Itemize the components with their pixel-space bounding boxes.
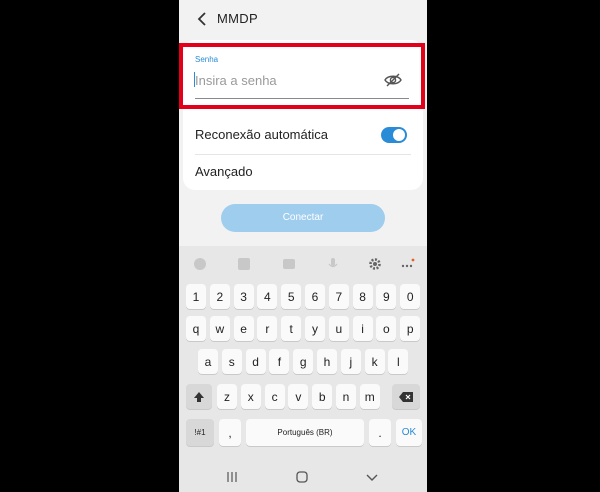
back-arrow-icon[interactable] xyxy=(195,9,211,29)
key-a[interactable]: a xyxy=(198,349,218,374)
key-s[interactable]: s xyxy=(221,349,242,374)
space-key[interactable]: Português (BR) xyxy=(246,419,364,446)
home-icon[interactable] xyxy=(295,470,309,484)
key-i[interactable]: i xyxy=(352,316,373,341)
key-r[interactable]: r xyxy=(257,316,278,341)
password-underline xyxy=(195,98,409,99)
key-4[interactable]: 4 xyxy=(257,284,278,309)
app-bar: MMDP xyxy=(179,0,427,38)
key-7[interactable]: 7 xyxy=(328,284,349,309)
shift-arrow-icon xyxy=(194,391,204,402)
key-t[interactable]: t xyxy=(281,316,302,341)
more-options-icon[interactable] xyxy=(401,257,415,271)
key-5[interactable]: 5 xyxy=(281,284,302,309)
eye-off-icon[interactable] xyxy=(384,71,402,89)
key-f[interactable]: f xyxy=(269,349,290,374)
phone-screen: MMDP Senha Reconexão automática Avançado… xyxy=(179,0,427,492)
back-nav-icon[interactable] xyxy=(365,470,379,484)
key-h[interactable]: h xyxy=(317,349,337,374)
backspace-key[interactable] xyxy=(392,384,420,409)
key-y[interactable]: y xyxy=(305,316,325,341)
key-w[interactable]: w xyxy=(209,316,230,341)
key-8[interactable]: 8 xyxy=(352,284,373,309)
keyboard-toolbar xyxy=(179,246,427,282)
period-key[interactable]: . xyxy=(369,419,391,446)
key-n[interactable]: n xyxy=(336,384,356,409)
auto-reconnect-toggle[interactable] xyxy=(381,127,407,143)
toggle-knob xyxy=(393,129,405,141)
ok-key[interactable]: OK xyxy=(396,419,422,446)
key-l[interactable]: l xyxy=(388,349,409,374)
connect-button[interactable]: Conectar xyxy=(221,204,385,232)
divider xyxy=(195,154,411,155)
key-m[interactable]: m xyxy=(359,384,380,409)
gif-icon[interactable] xyxy=(282,257,296,271)
key-9[interactable]: 9 xyxy=(376,284,397,309)
key-k[interactable]: k xyxy=(364,349,385,374)
comma-key[interactable]: , xyxy=(219,419,241,446)
key-c[interactable]: c xyxy=(264,384,285,409)
microphone-icon[interactable] xyxy=(326,257,340,271)
key-o[interactable]: o xyxy=(376,316,397,341)
recent-apps-icon[interactable] xyxy=(225,470,239,484)
advanced-item[interactable]: Avançado xyxy=(195,164,411,184)
key-6[interactable]: 6 xyxy=(305,284,325,309)
key-1[interactable]: 1 xyxy=(186,284,206,309)
key-q[interactable]: q xyxy=(186,316,206,341)
key-v[interactable]: v xyxy=(288,384,309,409)
sticker-icon[interactable] xyxy=(237,257,251,271)
key-b[interactable]: b xyxy=(312,384,333,409)
gear-icon[interactable] xyxy=(368,257,382,271)
password-input[interactable] xyxy=(195,70,373,90)
key-x[interactable]: x xyxy=(240,384,261,409)
key-u[interactable]: u xyxy=(328,316,349,341)
page-title: MMDP xyxy=(217,11,258,26)
emoji-icon[interactable] xyxy=(193,257,207,271)
symbols-key[interactable]: !#1 xyxy=(186,419,214,446)
backspace-icon xyxy=(399,391,413,402)
key-g[interactable]: g xyxy=(293,349,314,374)
key-z[interactable]: z xyxy=(217,384,237,409)
navigation-bar xyxy=(179,462,427,492)
key-0[interactable]: 0 xyxy=(400,284,421,309)
key-3[interactable]: 3 xyxy=(233,284,254,309)
key-j[interactable]: j xyxy=(340,349,361,374)
password-label: Senha xyxy=(195,55,219,64)
key-2[interactable]: 2 xyxy=(209,284,230,309)
keyboard: 1 2 3 4 5 6 7 8 9 0 q w e r t y u i o p a s d f g h j k l z x c v b n m !#1,… xyxy=(179,246,427,492)
key-d[interactable]: d xyxy=(245,349,266,374)
key-e[interactable]: e xyxy=(233,316,254,341)
key-p[interactable]: p xyxy=(400,316,421,341)
auto-reconnect-label: Reconexão automática xyxy=(195,127,328,142)
shift-key[interactable] xyxy=(186,384,212,409)
